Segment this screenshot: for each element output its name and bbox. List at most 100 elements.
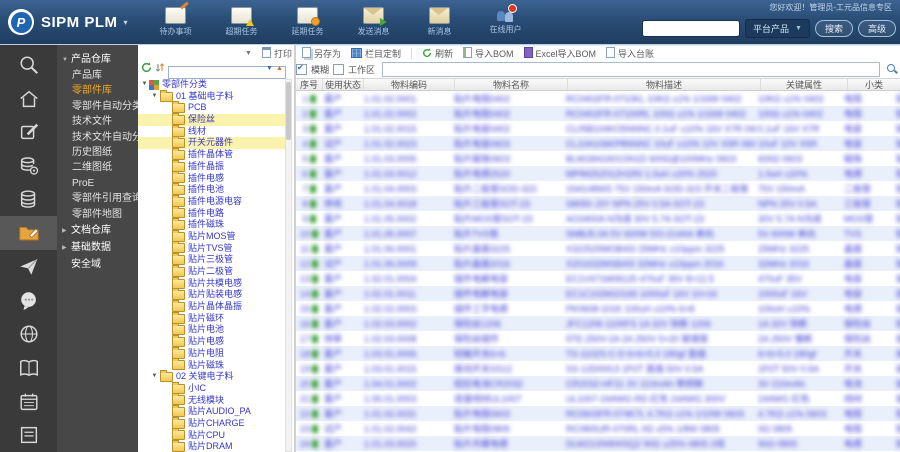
tree-node[interactable]: 小IC <box>138 381 286 395</box>
topbar-delay-button[interactable]: 延期任务 <box>282 7 334 37</box>
tree-node[interactable]: 贴片CPU <box>138 428 286 442</box>
column-header-2[interactable]: 物料编码 <box>364 79 455 90</box>
toolbar-excel-import-bom-button[interactable]: Excel导入BOM <box>523 47 596 60</box>
nav-item-0-7[interactable]: ProE <box>57 176 138 191</box>
table-filter-input[interactable] <box>382 61 880 77</box>
search-button[interactable]: 搜索 <box>814 20 853 37</box>
tree-node[interactable]: 保险丝 <box>138 112 286 126</box>
nav-section-0[interactable]: ▼ 产品仓库 <box>57 51 138 68</box>
tree-node[interactable]: 贴片电池 <box>138 323 286 336</box>
nav-item-0-5[interactable]: 历史图纸 <box>57 145 138 160</box>
nav-item-0-9[interactable]: 零部件地图 <box>57 207 138 222</box>
toolbar-save-as-button[interactable]: 另存为 <box>301 47 341 60</box>
rail-edit-button[interactable] <box>0 115 57 149</box>
nav-item-0-3[interactable]: 技术文件 <box>57 114 138 129</box>
table-row[interactable]: 11 量产 1.01.06.0001 贴片晶振3225 X322525MOB4SI 25… <box>296 241 900 256</box>
table-row[interactable]: 20 量产 1.04.01.0002 纽扣电池CR2032 CR2032-HF21 3V… <box>296 376 900 391</box>
find-prev-icon[interactable]: ▲ <box>275 64 284 73</box>
table-row[interactable]: 12 试产 1.01.06.0009 贴片晶振2016 X201632MSB4SI 32… <box>296 256 900 271</box>
tree-node[interactable]: 贴片电感 <box>138 334 286 348</box>
column-header-0[interactable]: 序号 <box>296 79 323 90</box>
topbar-todo-button[interactable]: 待办事项 <box>150 7 202 37</box>
table-row[interactable]: 13 量产 1.02.01.0004 插件电解电容 EC1V471M08125 470u… <box>296 271 900 286</box>
tree-node[interactable]: 插件晶体管 <box>138 147 286 161</box>
topbar-send-msg-button[interactable]: 发送消息 <box>348 7 400 37</box>
table-row[interactable]: 8 停用 1.01.04.0018 贴片三极管SOT-23 S8050 J3Y NPN … <box>296 196 900 211</box>
rail-book-button[interactable] <box>0 351 57 385</box>
find-next-icon[interactable]: ▼ <box>265 64 274 73</box>
tree-node[interactable]: 贴片磁环 <box>138 311 286 325</box>
rail-folder-edit-button[interactable] <box>0 216 57 251</box>
tree-node[interactable]: 贴片共模电感 <box>138 276 286 290</box>
nav-item-0-2[interactable]: 零部件自动分类 <box>57 99 138 114</box>
global-search-input[interactable] <box>642 20 741 37</box>
tree-node[interactable]: 插件电源电容 <box>138 194 286 208</box>
tree-node[interactable]: 贴片电阻 <box>138 346 286 360</box>
tree-node[interactable]: 无线模块 <box>138 393 286 407</box>
tree-node[interactable]: 贴片CHARGE <box>138 416 286 430</box>
nav-item-0-6[interactable]: 二维图纸 <box>57 160 138 175</box>
nav-item-0-1[interactable]: 零部件库 <box>57 83 138 98</box>
logo-caret-icon[interactable]: ▾ <box>124 18 128 27</box>
refresh-tree-icon[interactable] <box>141 60 152 78</box>
tree-node[interactable]: 插件电池 <box>138 183 286 196</box>
nav-item-0-0[interactable]: 产品库 <box>57 68 138 83</box>
rail-search-button[interactable] <box>0 48 57 82</box>
tree-node[interactable]: 贴片TVS管 <box>138 241 286 255</box>
column-header-1[interactable]: 使用状态 <box>323 79 364 90</box>
tree-node[interactable]: 线材 <box>138 124 286 138</box>
table-row[interactable]: 24 量产 1.01.03.0020 贴片共模电感 DLW21SN900SQ2 90Ω … <box>296 436 900 451</box>
nav-section-1[interactable]: ▶ 文档仓库 <box>57 222 138 239</box>
table-row[interactable]: 18 量产 1.03.01.0006 轻触开关6×6 TS-1102S-C-D 6×6×… <box>296 346 900 361</box>
table-row[interactable]: 16 量产 1.02.03.0002 保险丝1206 JFC1206-1100FS 1A… <box>296 316 900 331</box>
rail-chat-button[interactable] <box>0 284 57 318</box>
toolbar-import-data-button[interactable]: 导入台账 <box>606 47 654 60</box>
topbar-online-users-button[interactable]: 在线用户 <box>480 4 532 37</box>
tree-node[interactable]: 插件电感 <box>138 171 286 185</box>
table-row[interactable]: 17 待审 1.02.03.0008 保险丝插件 5TE-250V-2A 2A 250V… <box>296 331 900 346</box>
tree-node[interactable]: 贴片DRAM <box>138 440 286 452</box>
tree-node[interactable]: 贴片MOS管 <box>138 229 286 243</box>
tree-scrollbar[interactable] <box>285 79 292 452</box>
rail-database-button[interactable] <box>0 183 57 217</box>
table-row[interactable]: 10 量产 1.01.05.0007 贴片TVS管 SMBJ5.0A 5V 600W D… <box>296 226 900 241</box>
tree-node[interactable]: 开关元器件 <box>138 136 286 150</box>
column-header-5[interactable]: 关键属性 <box>761 79 848 90</box>
column-header-4[interactable]: 物料描述 <box>568 79 761 90</box>
rail-network-button[interactable] <box>0 317 57 351</box>
tree-node[interactable]: 贴片三极管 <box>138 253 286 266</box>
rail-home-button[interactable] <box>0 82 57 116</box>
column-header-6[interactable]: 小类 <box>848 79 900 90</box>
table-row[interactable]: 2 量产 1.01.02.0002 贴片电阻0402 RC0402FR-07100RL … <box>296 106 900 121</box>
rail-send-button[interactable] <box>0 250 57 284</box>
table-row[interactable]: 19 量产 1.03.01.0015 拨动开关SS12 SS-12D00G3 1P2T … <box>296 361 900 376</box>
column-header-3[interactable]: 物料名称 <box>455 79 568 90</box>
toolbar-columns-button[interactable]: 栏目定制 <box>350 47 401 60</box>
nav-item-0-4[interactable]: 技术文件自动分类 <box>57 130 138 145</box>
topbar-overdue-button[interactable]: 超期任务 <box>216 7 268 37</box>
tree-node[interactable]: 插件磁珠 <box>138 218 286 231</box>
rail-calendar-button[interactable] <box>0 385 57 419</box>
rail-db-gear-button[interactable] <box>0 149 57 183</box>
rail-list-button[interactable] <box>0 418 57 452</box>
toolbar-import-bom-button[interactable]: 导入BOM <box>463 47 514 60</box>
tree-node[interactable]: ▼ 02 关键电子料 <box>138 370 286 383</box>
topbar-inbox-button[interactable]: 新消息 <box>414 7 466 37</box>
table-row[interactable]: 9 量产 1.01.05.0002 贴片MOS管SOT-23 AO3400A N沟道 3… <box>296 211 900 226</box>
app-logo[interactable]: P SIPM PLM ▾ <box>8 9 128 35</box>
table-row[interactable]: 14 量产 1.02.01.0011 插件电解电容 EC1C102M10165 1000… <box>296 286 900 301</box>
tree-node[interactable]: ▼ 01 基础电子料 <box>138 89 286 103</box>
table-row[interactable]: 23 试产 1.01.02.0042 贴片电阻0805 RC0805JR-070RL 0… <box>296 421 900 436</box>
tree-sort-icon[interactable] <box>155 60 165 78</box>
table-row[interactable]: 5 量产 1.01.03.0005 贴片磁珠0603 BLM18AG601SN1D 60… <box>296 151 900 166</box>
table-row[interactable]: 4 试产 1.01.02.0023 贴片电容0603 CL10A106KP8NNNC 1… <box>296 136 900 151</box>
tree-node[interactable]: 插件晶振 <box>138 159 286 173</box>
nav-item-0-8[interactable]: 零部件引用查询 <box>57 191 138 206</box>
toolbar-print-button[interactable]: 打印 <box>261 47 292 60</box>
advanced-search-button[interactable]: 高级 <box>857 20 896 37</box>
table-row[interactable]: 15 量产 1.02.02.0003 插件工字电感 PK0608-101K 100uH … <box>296 301 900 316</box>
fuzzy-checkbox[interactable] <box>296 63 307 75</box>
table-row[interactable]: 3 量产 1.01.02.0015 贴片电容0402 CL05B104KO5NNNC 0… <box>296 121 900 136</box>
tree-node[interactable]: 贴片贴装电感 <box>138 288 286 301</box>
collapse-tree-caret-icon[interactable]: ▼ <box>245 50 252 57</box>
